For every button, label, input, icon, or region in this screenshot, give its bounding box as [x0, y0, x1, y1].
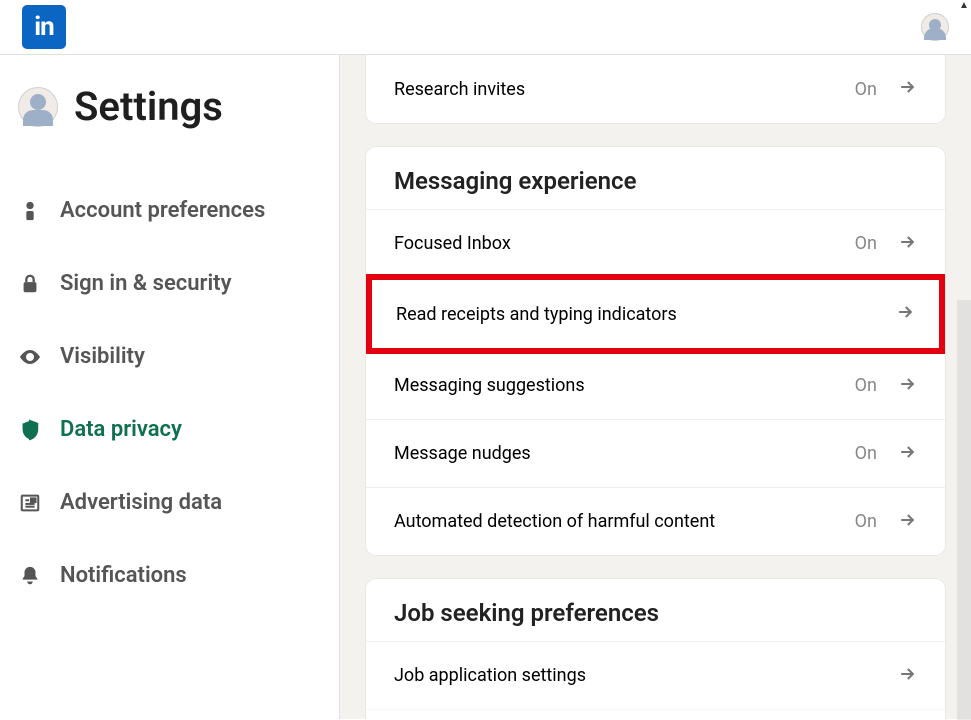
sidebar-item-label: Sign in & security — [60, 271, 232, 296]
profile-avatar-small[interactable] — [921, 13, 949, 41]
sidebar-item-label: Data privacy — [60, 417, 182, 442]
setting-label: Focused Inbox — [394, 233, 511, 254]
setting-label: Messaging suggestions — [394, 375, 585, 396]
newspaper-icon — [18, 491, 42, 515]
setting-message-nudges[interactable]: Message nudges On — [366, 419, 945, 487]
profile-avatar[interactable] — [18, 87, 58, 127]
chevron-right-icon — [897, 374, 917, 398]
setting-job-application-settings[interactable]: Job application settings — [366, 641, 945, 709]
setting-label: Read receipts and typing indicators — [396, 304, 677, 325]
setting-label: Research invites — [394, 79, 525, 100]
chevron-right-icon — [897, 77, 917, 101]
chevron-right-icon — [895, 302, 915, 326]
sidebar-item-label: Visibility — [60, 344, 145, 369]
chevron-right-icon — [897, 664, 917, 688]
setting-share-profile-on-apply[interactable]: Share your profile when you click Apply … — [366, 709, 945, 719]
nav-list: Account preferences Sign in & security V… — [0, 174, 339, 612]
scrollbar[interactable] — [957, 300, 971, 720]
setting-value: On — [855, 233, 877, 254]
setting-label: Job application settings — [394, 665, 586, 686]
main-content: Research invites On Messaging experience… — [340, 55, 971, 719]
shield-icon — [18, 418, 42, 442]
topbar: in — [0, 0, 971, 55]
person-icon — [18, 199, 42, 223]
bell-icon — [18, 564, 42, 588]
page-header: Settings — [0, 55, 339, 142]
chevron-right-icon — [897, 232, 917, 256]
setting-value: On — [855, 79, 877, 100]
section-job-seeking: Job seeking preferences Job application … — [366, 579, 945, 719]
setting-read-receipts[interactable]: Read receipts and typing indicators — [372, 280, 939, 348]
setting-focused-inbox[interactable]: Focused Inbox On — [366, 209, 945, 277]
setting-value: On — [855, 375, 877, 396]
sidebar-item-security[interactable]: Sign in & security — [0, 247, 339, 320]
sidebar-item-account[interactable]: Account preferences — [0, 174, 339, 247]
chevron-right-icon — [897, 510, 917, 534]
sidebar-item-advertising[interactable]: Advertising data — [0, 466, 339, 539]
setting-value: On — [855, 511, 877, 532]
sidebar: Settings Account preferences Sign in & s… — [0, 55, 340, 719]
sidebar-item-label: Advertising data — [60, 490, 222, 515]
highlight-box: Read receipts and typing indicators — [366, 274, 945, 354]
setting-research-invites[interactable]: Research invites On — [366, 55, 945, 123]
section-title: Messaging experience — [366, 147, 945, 209]
setting-value: On — [855, 443, 877, 464]
lock-icon — [18, 272, 42, 296]
scroll-up-arrow[interactable]: ▲ — [957, 0, 971, 14]
sidebar-item-visibility[interactable]: Visibility — [0, 320, 339, 393]
section-title: Job seeking preferences — [366, 579, 945, 641]
sidebar-item-label: Account preferences — [60, 198, 265, 223]
linkedin-logo[interactable]: in — [22, 5, 66, 49]
setting-label: Automated detection of harmful content — [394, 511, 715, 532]
sidebar-item-label: Notifications — [60, 563, 187, 588]
setting-messaging-suggestions[interactable]: Messaging suggestions On — [366, 351, 945, 419]
sidebar-item-notifications[interactable]: Notifications — [0, 539, 339, 612]
page-title: Settings — [74, 83, 223, 130]
chevron-right-icon — [897, 442, 917, 466]
setting-label: Message nudges — [394, 443, 531, 464]
section-messaging-experience: Messaging experience Focused Inbox On Re… — [366, 147, 945, 555]
layout: Settings Account preferences Sign in & s… — [0, 55, 971, 719]
setting-harmful-content-detection[interactable]: Automated detection of harmful content O… — [366, 487, 945, 555]
eye-icon — [18, 345, 42, 369]
sidebar-item-privacy[interactable]: Data privacy — [0, 393, 339, 466]
section-research-continuation: Research invites On — [366, 55, 945, 123]
